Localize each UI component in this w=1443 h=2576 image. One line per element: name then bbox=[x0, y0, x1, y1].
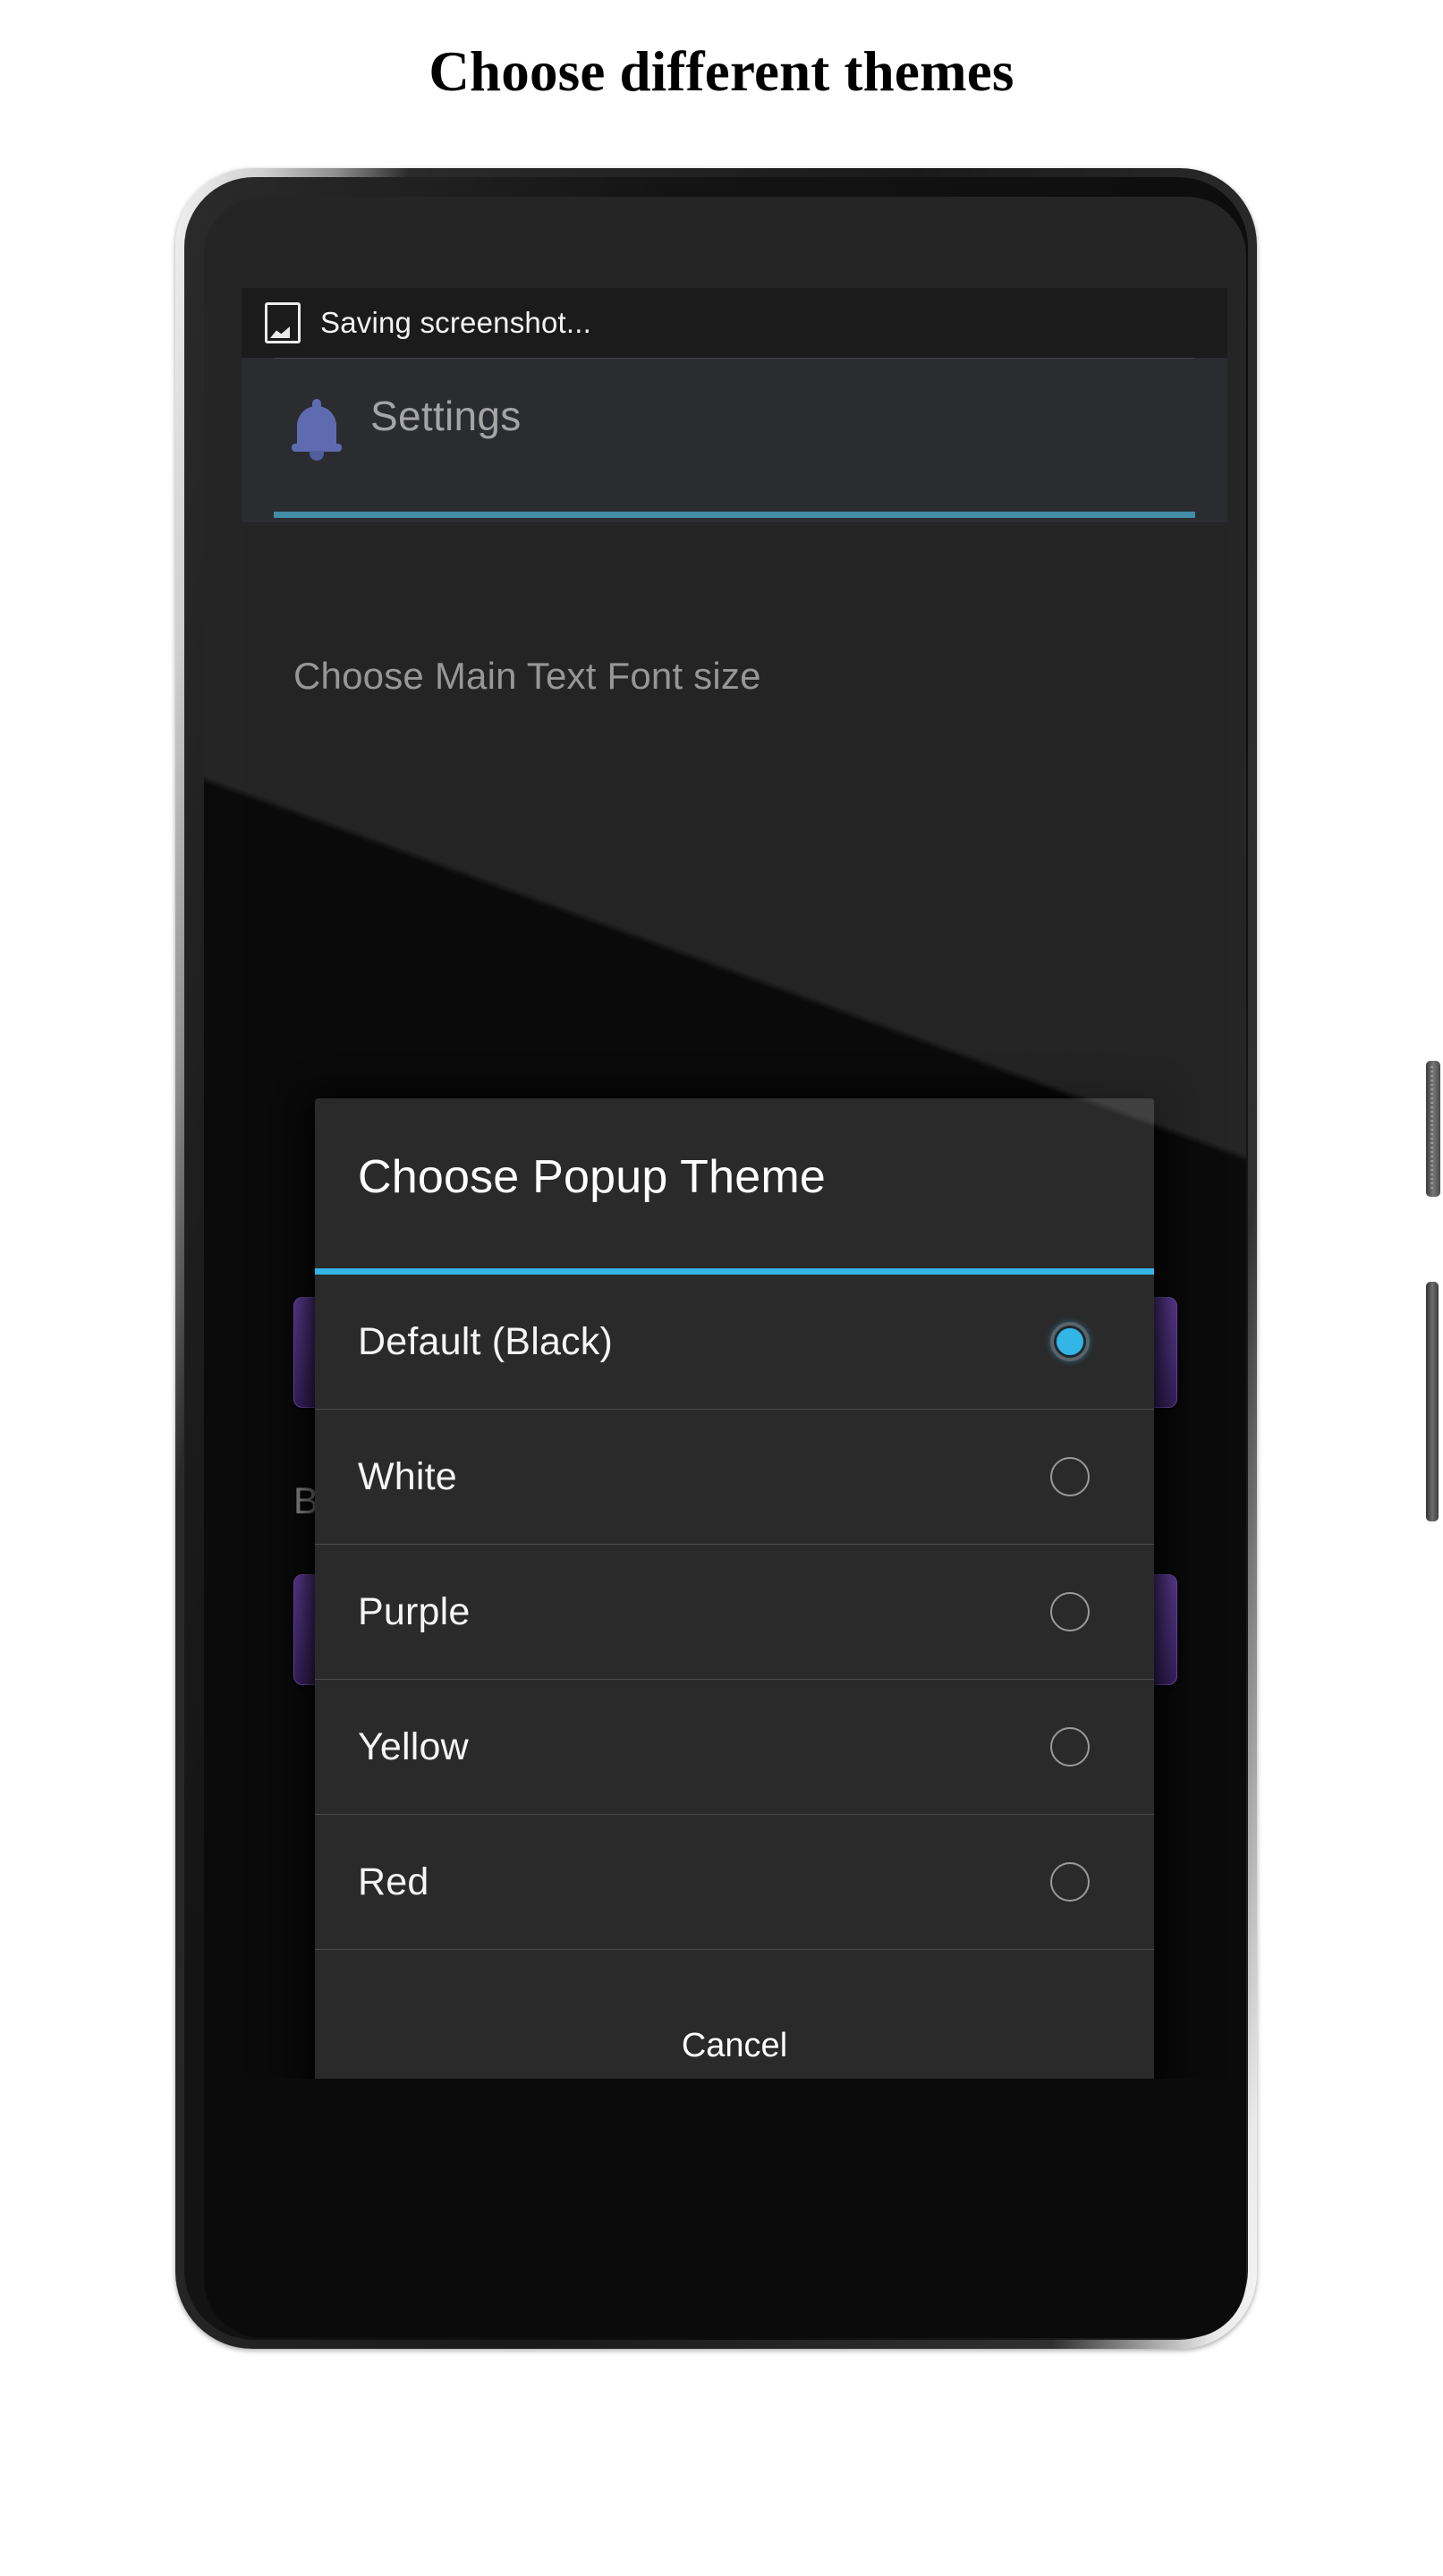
bell-icon bbox=[292, 399, 342, 461]
theme-option-label: Yellow bbox=[358, 1724, 469, 1768]
choose-popup-theme-dialog: Choose Popup Theme Default (Black) White bbox=[315, 1098, 1154, 2079]
theme-option-row[interactable]: Red bbox=[315, 1815, 1154, 1950]
theme-option-row[interactable]: Purple bbox=[315, 1545, 1154, 1680]
font-size-setting-label[interactable]: Choose Main Text Font size bbox=[293, 655, 761, 698]
phone-bezel: Saving screenshot... Settings Choose Mai… bbox=[204, 197, 1246, 2338]
status-bar-text: Saving screenshot... bbox=[320, 306, 591, 339]
page-root: Choose different themes Saving screensho… bbox=[0, 0, 1443, 2576]
status-bar: Saving screenshot... bbox=[242, 288, 1227, 358]
phone-device: Saving screenshot... Settings Choose Mai… bbox=[175, 168, 1440, 2349]
radio-button-icon[interactable] bbox=[1050, 1592, 1090, 1631]
header-top-divider bbox=[274, 358, 1195, 359]
image-saving-icon bbox=[265, 302, 301, 343]
header-accent-bar bbox=[274, 512, 1195, 518]
cancel-button[interactable]: Cancel bbox=[315, 1981, 1154, 2079]
theme-option-row[interactable]: White bbox=[315, 1410, 1154, 1545]
theme-option-label: Purple bbox=[358, 1589, 471, 1633]
page-title: Choose different themes bbox=[429, 40, 1014, 103]
power-button[interactable] bbox=[1426, 1061, 1440, 1197]
dialog-title: Choose Popup Theme bbox=[358, 1151, 826, 1203]
phone-screen: Saving screenshot... Settings Choose Mai… bbox=[242, 288, 1227, 2079]
theme-option-row[interactable]: Default (Black) bbox=[315, 1275, 1154, 1410]
phone-device-inner: Saving screenshot... Settings Choose Mai… bbox=[184, 177, 1248, 2340]
app-header: Settings bbox=[242, 358, 1227, 563]
dialog-accent-bar bbox=[315, 1268, 1154, 1275]
settings-content: Choose Main Text Font size Buy Premium V… bbox=[242, 522, 1227, 2079]
app-header-title: Settings bbox=[370, 393, 522, 439]
volume-rocker-button[interactable] bbox=[1426, 1282, 1439, 1521]
radio-button-icon[interactable] bbox=[1050, 1322, 1090, 1361]
theme-option-list: Default (Black) White Purple Yellow Red bbox=[315, 1275, 1154, 1950]
radio-button-icon[interactable] bbox=[1050, 1862, 1090, 1902]
theme-option-label: Red bbox=[358, 1860, 429, 1903]
theme-option-label: White bbox=[358, 1454, 457, 1498]
radio-button-icon[interactable] bbox=[1050, 1727, 1090, 1767]
theme-option-label: Default (Black) bbox=[358, 1319, 613, 1363]
radio-button-icon[interactable] bbox=[1050, 1457, 1090, 1496]
theme-option-row[interactable]: Yellow bbox=[315, 1680, 1154, 1815]
